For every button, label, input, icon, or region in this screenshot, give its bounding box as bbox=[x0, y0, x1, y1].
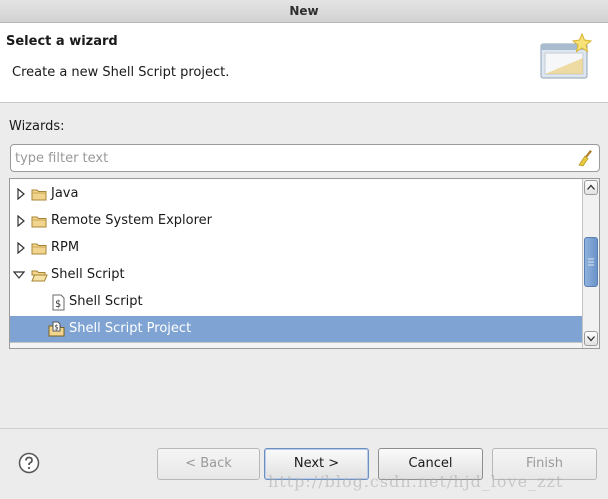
expand-arrow-icon[interactable] bbox=[15, 215, 27, 227]
help-icon[interactable] bbox=[18, 452, 40, 474]
folder-icon bbox=[31, 243, 47, 255]
vertical-scrollbar[interactable] bbox=[582, 179, 599, 348]
wizard-header: Select a wizard Create a new Shell Scrip… bbox=[0, 23, 608, 103]
horizontal-scrollbar[interactable] bbox=[10, 342, 582, 348]
back-button[interactable]: < Back bbox=[157, 448, 260, 480]
tree-item-label: Remote System Explorer bbox=[51, 213, 213, 228]
tree-item-shell-script[interactable]: $ Shell Script bbox=[10, 289, 582, 316]
window-title-bar: New bbox=[0, 0, 608, 23]
new-wizard-banner-icon bbox=[540, 32, 593, 79]
tree-item-label: RPM bbox=[51, 240, 80, 255]
scroll-down-button[interactable] bbox=[584, 331, 598, 346]
chevron-down-icon bbox=[587, 336, 595, 342]
scroll-thumb[interactable] bbox=[584, 237, 598, 287]
page-description: Create a new Shell Script project. bbox=[12, 65, 230, 80]
tree-item-label: Shell Script bbox=[51, 267, 125, 282]
svg-text:$: $ bbox=[54, 324, 58, 332]
wizards-label: Wizards: bbox=[9, 119, 65, 134]
filter-field[interactable] bbox=[10, 144, 600, 172]
tree-item-label: Shell Script bbox=[69, 294, 143, 309]
tree-item-label: Java bbox=[51, 186, 79, 201]
folder-icon bbox=[31, 189, 47, 201]
folder-open-icon bbox=[31, 270, 48, 282]
watermark-text: http://blog.csdn.net/hjd_love_zzt bbox=[268, 472, 564, 491]
tree-item-shell-script-project[interactable]: $ Shell Script Project bbox=[10, 316, 582, 343]
window-title: New bbox=[289, 4, 319, 18]
chevron-up-icon bbox=[587, 184, 595, 190]
wizard-tree-items: Java Remote System Explorer RPM Shell Sc… bbox=[10, 179, 582, 348]
expand-arrow-icon[interactable] bbox=[15, 188, 27, 200]
tree-item-label: Shell Script Project bbox=[69, 321, 192, 336]
svg-text:$: $ bbox=[55, 299, 61, 310]
shell-script-project-icon: $ bbox=[48, 321, 65, 337]
collapse-arrow-icon[interactable] bbox=[13, 269, 25, 281]
grip-icon bbox=[588, 258, 594, 266]
filter-input[interactable] bbox=[15, 148, 570, 168]
tree-item-remote-system-explorer[interactable]: Remote System Explorer bbox=[10, 208, 582, 235]
folder-icon bbox=[31, 216, 47, 228]
broom-icon[interactable] bbox=[576, 149, 594, 167]
expand-arrow-icon[interactable] bbox=[15, 242, 27, 254]
scroll-up-button[interactable] bbox=[584, 180, 598, 195]
wizard-tree[interactable]: Java Remote System Explorer RPM Shell Sc… bbox=[9, 178, 600, 349]
tree-item-java[interactable]: Java bbox=[10, 181, 582, 208]
page-title: Select a wizard bbox=[6, 34, 118, 49]
tree-item-rpm[interactable]: RPM bbox=[10, 235, 582, 262]
tree-item-shell-script-category[interactable]: Shell Script bbox=[10, 262, 582, 289]
footer-separator bbox=[0, 428, 608, 429]
shell-script-file-icon: $ bbox=[52, 294, 65, 311]
